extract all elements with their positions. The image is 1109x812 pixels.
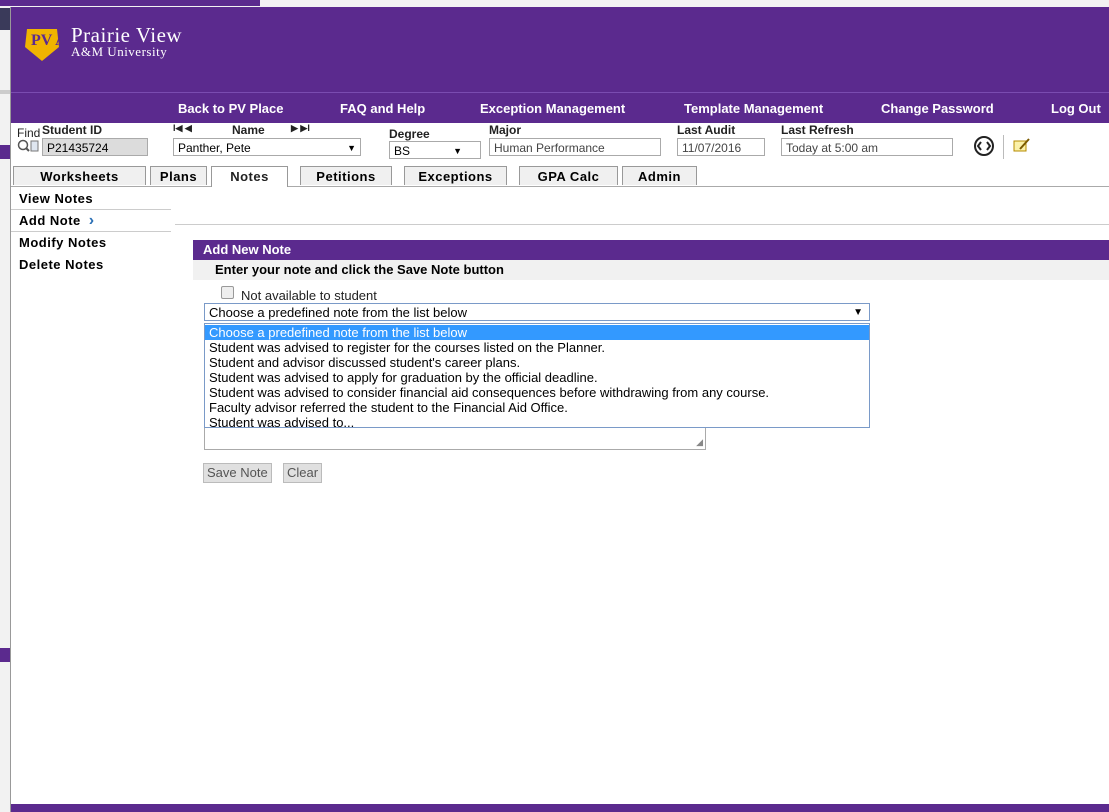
major-field[interactable]: Human Performance — [489, 138, 661, 156]
header-banner: PV AM Prairie View A&M University — [11, 7, 1109, 92]
menu-add-note[interactable]: Add Note › — [19, 212, 95, 230]
tab-petitions[interactable]: Petitions — [300, 166, 392, 185]
nav-back-to-pv-place[interactable]: Back to PV Place — [178, 101, 284, 116]
student-id-label: Student ID — [42, 123, 102, 137]
dropdown-option[interactable]: Student and advisor discussed student's … — [205, 355, 869, 370]
name-label: Name — [232, 123, 265, 137]
nav-change-password[interactable]: Change Password — [881, 101, 994, 116]
background-window-edge — [0, 90, 10, 94]
nav-template-management[interactable]: Template Management — [684, 101, 823, 116]
tab-notes[interactable]: Notes — [211, 166, 288, 187]
menu-delete-notes[interactable]: Delete Notes — [19, 257, 104, 272]
add-note-instruction: Enter your note and click the Save Note … — [193, 260, 1109, 280]
chevron-down-icon: ▼ — [453, 146, 462, 156]
divider — [11, 209, 171, 210]
student-name-select[interactable]: Panther, Pete ▼ — [173, 138, 361, 156]
resize-handle-icon[interactable]: ◢ — [696, 437, 703, 448]
edit-note-icon[interactable] — [1013, 137, 1031, 153]
divider — [11, 231, 171, 232]
predefined-note-select[interactable]: Choose a predefined note from the list b… — [204, 303, 870, 321]
save-note-button[interactable]: Save Note — [203, 463, 272, 483]
last-refresh-field: Today at 5:00 am — [781, 138, 953, 156]
degreeworks-window: PV AM Prairie View A&M University Back t… — [10, 7, 1109, 812]
next-last-buttons[interactable]: ▶ ▶I — [291, 123, 310, 134]
major-label: Major — [489, 123, 522, 137]
footer-bar — [11, 804, 1109, 812]
divider — [1003, 135, 1004, 159]
background-window-edge — [0, 145, 10, 159]
chevron-down-icon: ▼ — [347, 143, 356, 153]
note-textarea[interactable]: ◢ — [204, 428, 706, 450]
first-prev-buttons[interactable]: I◀ ◀ — [173, 123, 192, 134]
background-window-edge — [0, 8, 10, 30]
predefined-note-value: Choose a predefined note from the list b… — [209, 305, 467, 320]
tab-bar: Worksheets Plans Notes Petitions Excepti… — [11, 166, 1109, 187]
university-logo-icon: PV AM — [25, 29, 61, 61]
dropdown-option[interactable]: Student was advised to consider financia… — [205, 385, 869, 400]
last-audit-label: Last Audit — [677, 123, 736, 137]
add-note-panel-title: Add New Note — [193, 240, 1109, 260]
degree-select[interactable]: BS ▼ — [389, 141, 481, 159]
nav-faq-help[interactable]: FAQ and Help — [340, 101, 425, 116]
logo-mark-text: PV AM — [31, 32, 61, 49]
tab-exceptions[interactable]: Exceptions — [404, 166, 507, 185]
nav-log-out[interactable]: Log Out — [1051, 101, 1101, 116]
dropdown-option[interactable]: Student was advised to register for the … — [205, 340, 869, 355]
find-label: Find — [17, 126, 41, 140]
not-available-checkbox[interactable] — [221, 286, 234, 299]
university-subname: A&M University — [71, 44, 168, 59]
tab-gpa-calc[interactable]: GPA Calc — [519, 166, 618, 185]
background-window-bar — [0, 0, 260, 6]
clear-button[interactable]: Clear — [283, 463, 323, 483]
student-info-bar: Find Student ID P21435724 I◀ ◀ Name ▶ ▶I… — [11, 123, 1109, 167]
find-student-icon[interactable] — [17, 139, 39, 153]
menu-view-notes[interactable]: View Notes — [19, 191, 93, 206]
tab-admin[interactable]: Admin — [622, 166, 697, 185]
menu-add-note-label: Add Note — [19, 213, 81, 228]
dropdown-option[interactable]: Faculty advisor referred the student to … — [205, 400, 869, 415]
nav-exception-management[interactable]: Exception Management — [480, 101, 625, 116]
predefined-note-dropdown: Choose a predefined note from the list b… — [204, 323, 870, 430]
chevron-down-icon: ▼ — [853, 307, 863, 318]
top-navigation: Back to PV Place FAQ and Help Exception … — [11, 92, 1109, 123]
tab-plans[interactable]: Plans — [150, 166, 207, 185]
divider — [175, 224, 1109, 225]
degree-value: BS — [394, 144, 411, 158]
dropdown-option[interactable]: Choose a predefined note from the list b… — [205, 325, 869, 340]
student-name-value: Panther, Pete — [178, 141, 251, 155]
degree-label: Degree — [389, 127, 430, 141]
menu-modify-notes[interactable]: Modify Notes — [19, 235, 107, 250]
last-refresh-label: Last Refresh — [781, 123, 854, 137]
background-window-edge — [0, 648, 10, 662]
chevron-right-icon: › — [88, 212, 95, 229]
dropdown-option[interactable]: Student was advised to apply for graduat… — [205, 370, 869, 385]
student-id-field[interactable]: P21435724 — [42, 138, 148, 156]
refresh-icon[interactable] — [973, 135, 995, 157]
not-available-label: Not available to student — [241, 288, 377, 303]
tab-worksheets[interactable]: Worksheets — [13, 166, 146, 185]
last-audit-field: 11/07/2016 — [677, 138, 765, 156]
